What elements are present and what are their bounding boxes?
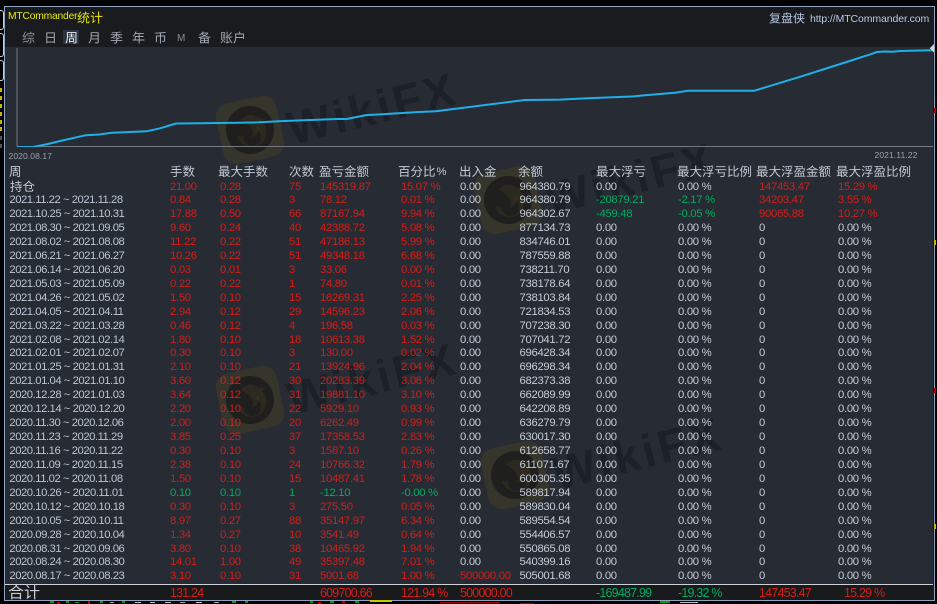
svg-text:WikiFX: WikiFX (282, 332, 463, 425)
